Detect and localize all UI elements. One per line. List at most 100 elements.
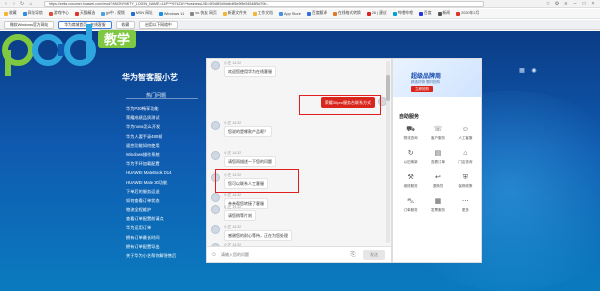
service-item[interactable]: ⛍ 订单服务: [397, 197, 424, 213]
avatar: [211, 205, 220, 214]
bookmark-item[interactable]: 在线格式转换: [333, 11, 361, 16]
chat-input[interactable]: [221, 250, 331, 260]
menu-icon[interactable]: ≡: [563, 1, 569, 7]
hot-question-link[interactable]: 华为运用订单: [126, 223, 206, 232]
service-item[interactable]: ↩ 退换货: [424, 173, 451, 189]
minimize-icon[interactable]: –: [572, 1, 578, 7]
browser-tab[interactable]: 启用以下网络中: [139, 20, 178, 29]
bookmark-item[interactable]: 收藏: [4, 11, 17, 16]
grid-icon[interactable]: ▦: [518, 67, 526, 75]
bookmark-item[interactable]: 新闻: [437, 11, 450, 16]
chat-input-area: ☺ ⎘ 发送: [207, 246, 391, 262]
bookmark-item[interactable]: 工作文档: [252, 11, 273, 16]
hot-question-link[interactable]: HUAWEI MateBook D14: [126, 168, 206, 177]
bookmark-label: Windows 11: [163, 11, 185, 16]
hot-question-link[interactable]: 下单后的服务运送: [126, 187, 206, 196]
bookmark-item[interactable]: jpl中 - 视频: [101, 11, 125, 16]
bookmark-icon: [392, 11, 397, 16]
service-item[interactable]: ▤ 查看订单: [424, 149, 451, 165]
service-label: 门店查询: [458, 160, 473, 164]
hot-question-link[interactable]: 华为人要手录480帧: [126, 132, 206, 141]
bookmark-label: 天猫精选: [79, 11, 96, 15]
bookmark-item[interactable]: 2020年2月: [456, 11, 479, 16]
bookmark-item[interactable]: 百度翻译: [306, 11, 328, 16]
promo-banner[interactable]: 超级品牌周 精选好物 限时抢购 立即抢购: [393, 59, 481, 97]
bookmark-item[interactable]: App Store: [278, 11, 301, 16]
close-icon[interactable]: ×: [590, 1, 596, 7]
message-bubble: 感谢您的耐心等待，正在为您处理: [224, 230, 292, 241]
hot-question-link[interactable]: 华为nova怎么开发: [126, 122, 206, 131]
home-icon[interactable]: ⌂: [28, 1, 34, 7]
address-bar[interactable]: https://zelia.cnsumer.huawei.com/imui/?A…: [44, 1, 484, 7]
bookmarks-bar: 收藏 网址导航 游戏中心 天猫精选 jpl中 - 视频 MSN 网址 Windows 11 v…: [0, 9, 600, 19]
back-icon[interactable]: ‹: [3, 1, 9, 7]
bookmark-item[interactable]: 新建文件夹: [222, 11, 247, 16]
left-panel: 华为智客服小艺 热门问题 华为P30畅享功能 荣耀成绩品质测试 华为nova怎么开发…: [116, 38, 206, 258]
hot-question-link[interactable]: 荣耀成绩品质测试: [126, 113, 206, 122]
service-item[interactable]: ⌂ 门店查询: [452, 149, 479, 165]
bookmark-icon: [222, 11, 227, 16]
service-item[interactable]: ☏ 客户服务: [424, 125, 451, 141]
avatar: [211, 61, 220, 70]
message-bubble: 请您再描述一下您的问题: [224, 156, 276, 167]
service-item[interactable]: ☺ 人工客服: [452, 125, 479, 141]
banner-button[interactable]: 立即抢购: [411, 86, 433, 92]
bookmark-icon: [437, 11, 442, 16]
forward-icon[interactable]: ›: [11, 1, 17, 7]
hot-question-link[interactable]: 如何查看订单状态: [126, 196, 206, 205]
star-icon[interactable]: ☆: [545, 1, 551, 7]
chat-messages: 小艺 14:32 欢迎您使用华为在线客服 荣耀30pro服务台联系方式 小艺 14:3…: [207, 59, 387, 247]
avatar: [211, 121, 220, 130]
service-item[interactable]: ⛨ 保修政策: [452, 173, 479, 189]
extensions-icon[interactable]: ⚙: [554, 1, 560, 7]
hot-question-link[interactable]: 华为P30畅享功能: [126, 104, 206, 113]
bookmark-label: 2020年2月: [461, 11, 480, 15]
hot-question-link[interactable]: 拥有订单配置导出: [126, 242, 206, 251]
hot-question-link[interactable]: HUAWEI Mate 30功能: [126, 178, 206, 187]
bookmark-item[interactable]: MSN 网址: [130, 11, 153, 16]
service-label: 订单服务: [403, 208, 418, 212]
service-item[interactable]: ↻ 以旧换新: [397, 149, 424, 165]
service-label: 维修服务: [403, 184, 418, 188]
bookmark-item[interactable]: 网址导航: [22, 11, 43, 16]
service-item[interactable]: ⚒ 维修服务: [397, 173, 424, 189]
bookmark-item[interactable]: 百度: [418, 11, 432, 16]
attachment-icon[interactable]: ⎘: [349, 251, 357, 259]
service-item[interactable]: ⛟ 物流查询: [397, 125, 424, 141]
hot-question-link[interactable]: 华为手环加载配置: [126, 159, 206, 168]
hot-question-link[interactable]: 物流全程维护: [126, 205, 206, 214]
bookmark-icon: [4, 11, 8, 16]
bookmark-item[interactable]: 哔哩哔哩: [392, 11, 413, 16]
message-time: 14:32: [232, 61, 242, 65]
shield-icon: ⛨: [462, 174, 468, 181]
user-icon[interactable]: ◉: [530, 67, 538, 75]
bookmark-label: 工作文档: [257, 11, 273, 15]
message-time: 14:32: [232, 193, 242, 197]
bookmark-label: 百度翻译: [311, 11, 328, 15]
chat-scrollbar[interactable]: [386, 61, 390, 243]
highlight-box: [299, 95, 381, 115]
bookmark-item[interactable]: 天猫精选: [74, 11, 96, 16]
maximize-icon[interactable]: □: [581, 1, 587, 7]
reload-icon[interactable]: ↻: [19, 1, 25, 7]
bookmark-item[interactable]: Windows 11: [158, 11, 185, 16]
service-item[interactable]: ▦ 发票服务: [424, 197, 451, 213]
send-button[interactable]: 发送: [363, 250, 385, 260]
headset-icon: ☏: [433, 126, 443, 133]
hot-question-link[interactable]: 关于华为小艺帮你解答售后: [126, 251, 206, 260]
bookmark-item[interactable]: vn-快友 网页: [190, 11, 217, 16]
emoji-icon[interactable]: ☺: [210, 251, 218, 259]
hot-question-link[interactable]: 遥控功能如何使用: [126, 141, 206, 150]
scroll-thumb[interactable]: [386, 75, 390, 101]
service-label: 以旧换新: [403, 160, 418, 164]
hot-question-link[interactable]: Windows操作系统: [126, 150, 206, 159]
hot-question-link[interactable]: 拥有订单最长时间: [126, 233, 206, 242]
bookmark-item[interactable]: 26 | 建议: [366, 11, 387, 16]
bookmark-icon: [306, 11, 311, 16]
hot-question-link[interactable]: 查看订单配置前请点: [126, 214, 206, 223]
bookmark-icon: [101, 11, 106, 16]
bookmark-label: 新建文件夹: [227, 11, 247, 15]
bookmark-item[interactable]: 游戏中心: [48, 11, 69, 16]
cart-icon: ⛍: [407, 198, 415, 205]
service-item[interactable]: ⋯ 更多: [452, 197, 479, 213]
